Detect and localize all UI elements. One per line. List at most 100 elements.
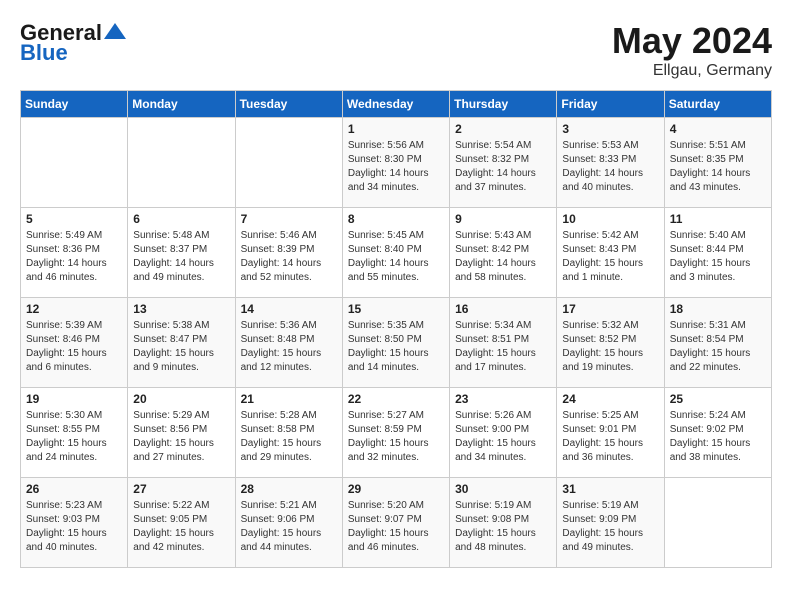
calendar-cell: 4Sunrise: 5:51 AMSunset: 8:35 PMDaylight… <box>664 118 771 208</box>
sunset-text: Sunset: 8:36 PM <box>26 244 100 255</box>
sunrise-text: Sunrise: 5:26 AM <box>455 410 531 421</box>
daylight-label: Daylight: 15 hours and 1 minute. <box>562 258 643 283</box>
sunset-text: Sunset: 8:47 PM <box>133 334 207 345</box>
day-number: 6 <box>133 212 229 226</box>
daylight-label: Daylight: 14 hours and 46 minutes. <box>26 258 107 283</box>
calendar-cell: 12Sunrise: 5:39 AMSunset: 8:46 PMDayligh… <box>21 298 128 388</box>
day-info: Sunrise: 5:31 AMSunset: 8:54 PMDaylight:… <box>670 319 766 375</box>
sunset-text: Sunset: 9:07 PM <box>348 514 422 525</box>
sunrise-text: Sunrise: 5:48 AM <box>133 230 209 241</box>
sunrise-text: Sunrise: 5:54 AM <box>455 140 531 151</box>
calendar-cell: 10Sunrise: 5:42 AMSunset: 8:43 PMDayligh… <box>557 208 664 298</box>
sunrise-text: Sunrise: 5:43 AM <box>455 230 531 241</box>
sunset-text: Sunset: 8:37 PM <box>133 244 207 255</box>
calendar-cell: 16Sunrise: 5:34 AMSunset: 8:51 PMDayligh… <box>450 298 557 388</box>
daylight-label: Daylight: 14 hours and 49 minutes. <box>133 258 214 283</box>
day-info: Sunrise: 5:42 AMSunset: 8:43 PMDaylight:… <box>562 229 658 285</box>
daylight-label: Daylight: 14 hours and 55 minutes. <box>348 258 429 283</box>
daylight-label: Daylight: 15 hours and 49 minutes. <box>562 528 643 553</box>
daylight-label: Daylight: 15 hours and 14 minutes. <box>348 348 429 373</box>
sunset-text: Sunset: 9:08 PM <box>455 514 529 525</box>
calendar-row: 19Sunrise: 5:30 AMSunset: 8:55 PMDayligh… <box>21 388 772 478</box>
day-number: 30 <box>455 482 551 496</box>
sunset-text: Sunset: 8:48 PM <box>241 334 315 345</box>
sunset-text: Sunset: 8:33 PM <box>562 154 636 165</box>
calendar-cell: 23Sunrise: 5:26 AMSunset: 9:00 PMDayligh… <box>450 388 557 478</box>
sunrise-text: Sunrise: 5:28 AM <box>241 410 317 421</box>
calendar-cell: 1Sunrise: 5:56 AMSunset: 8:30 PMDaylight… <box>342 118 449 208</box>
daylight-label: Daylight: 15 hours and 3 minutes. <box>670 258 751 283</box>
calendar-table: SundayMondayTuesdayWednesdayThursdayFrid… <box>20 90 772 568</box>
sunset-text: Sunset: 9:01 PM <box>562 424 636 435</box>
day-info: Sunrise: 5:43 AM Sunset: 8:42 PM Daylight:… <box>455 229 551 285</box>
sunrise-text: Sunrise: 5:20 AM <box>348 500 424 511</box>
calendar-cell: 3 Sunrise: 5:53 AMSunset: 8:33 PMDaylight… <box>557 118 664 208</box>
header-day: Tuesday <box>235 91 342 118</box>
sunrise-text: Sunrise: 5:19 AM <box>562 500 638 511</box>
day-info: Sunrise: 5:53 AMSunset: 8:33 PMDaylight:… <box>562 139 658 195</box>
header-day: Saturday <box>664 91 771 118</box>
calendar-cell: 31Sunrise: 5:19 AMSunset: 9:09 PMDayligh… <box>557 478 664 568</box>
day-info: Sunrise: 5:30 AMSunset: 8:55 PMDaylight:… <box>26 409 122 465</box>
day-number: 3 <box>562 122 658 136</box>
sunset-text: Sunset: 8:42 PM <box>455 244 529 255</box>
sunrise-text: Sunrise: 5:51 AM <box>670 140 746 151</box>
day-number: 7 <box>241 212 337 226</box>
calendar-cell: 25Sunrise: 5:24 AMSunset: 9:02 PMDayligh… <box>664 388 771 478</box>
day-info: Sunrise: 5:19 AM Sunset: 9:09 PM Daylight:… <box>562 499 658 555</box>
day-info: Sunrise: 5:28 AMSunset: 8:58 PMDaylight:… <box>241 409 337 465</box>
day-info: Sunrise: 5:36 AMSunset: 8:48 PMDaylight:… <box>241 319 337 375</box>
day-info: Sunrise: 5:46 AMSunset: 8:39 PMDaylight:… <box>241 229 337 285</box>
day-number: 27 <box>133 482 229 496</box>
sunrise-text: Sunrise: 5:27 AM <box>348 410 424 421</box>
calendar-row: 5Sunrise: 5:49 AMSunset: 8:36 PMDaylight… <box>21 208 772 298</box>
day-info: Sunrise: 5:24 AMSunset: 9:02 PMDaylight:… <box>670 409 766 465</box>
page-header: General Blue May 2024 Ellgau, Germany <box>20 20 772 80</box>
day-info: Sunrise: 5:38 AMSunset: 8:47 PMDaylight:… <box>133 319 229 375</box>
sunset-text: Sunset: 9:06 PM <box>241 514 315 525</box>
day-info: Sunrise: 5:25 AMSunset: 9:01 PMDaylight:… <box>562 409 658 465</box>
daylight-label: Daylight: 15 hours and 12 minutes. <box>241 348 322 373</box>
calendar-cell: 13 Sunrise: 5:38 AMSunset: 8:47 PMDayligh… <box>128 298 235 388</box>
daylight-label: Daylight: 15 hours and 48 minutes. <box>455 528 536 553</box>
day-number: 2 <box>455 122 551 136</box>
sunrise-text: Sunrise: 5:45 AM <box>348 230 424 241</box>
sunrise-text: Sunrise: 5:32 AM <box>562 320 638 331</box>
daylight-label: Daylight: 15 hours and 38 minutes. <box>670 438 751 463</box>
daylight-label: Daylight: 14 hours and 58 minutes. <box>455 258 536 283</box>
calendar-cell: 2Sunrise: 5:54 AMSunset: 8:32 PMDaylight… <box>450 118 557 208</box>
sunset-text: Sunset: 8:52 PM <box>562 334 636 345</box>
day-number: 9 <box>455 212 551 226</box>
daylight-label: Daylight: 15 hours and 40 minutes. <box>26 528 107 553</box>
sunset-text: Sunset: 8:30 PM <box>348 154 422 165</box>
calendar-cell <box>235 118 342 208</box>
day-info: Sunrise: 5:29 AMSunset: 8:56 PMDaylight:… <box>133 409 229 465</box>
sunset-text: Sunset: 8:56 PM <box>133 424 207 435</box>
day-number: 20 <box>133 392 229 406</box>
day-info: Sunrise: 5:23 AMSunset: 9:03 PMDaylight:… <box>26 499 122 555</box>
daylight-label: Daylight: 15 hours and 17 minutes. <box>455 348 536 373</box>
sunrise-text: Sunrise: 5:22 AM <box>133 500 209 511</box>
daylight-label: Daylight: 15 hours and 44 minutes. <box>241 528 322 553</box>
day-number: 13 <box>133 302 229 316</box>
day-info: Sunrise: 5:40 AMSunset: 8:44 PMDaylight:… <box>670 229 766 285</box>
sunrise-text: Sunrise: 5:56 AM <box>348 140 424 151</box>
sunset-text: Sunset: 9:09 PM <box>562 514 636 525</box>
calendar-cell: 27 Sunrise: 5:22 AMSunset: 9:05 PMDayligh… <box>128 478 235 568</box>
header-day: Monday <box>128 91 235 118</box>
header-day: Thursday <box>450 91 557 118</box>
day-number: 18 <box>670 302 766 316</box>
sunset-text: Sunset: 8:40 PM <box>348 244 422 255</box>
calendar-cell: 28Sunrise: 5:21 AMSunset: 9:06 PMDayligh… <box>235 478 342 568</box>
day-info: Sunrise: 5:35 AMSunset: 8:50 PMDaylight:… <box>348 319 444 375</box>
sunset-text: Sunset: 8:35 PM <box>670 154 744 165</box>
day-info: Sunrise: 5:22 AMSunset: 9:05 PMDaylight:… <box>133 499 229 555</box>
daylight-label: Daylight: 15 hours and 46 minutes. <box>348 528 429 553</box>
sunset-text: Sunset: 8:59 PM <box>348 424 422 435</box>
daylight-label: Daylight: 15 hours and 6 minutes. <box>26 348 107 373</box>
sunrise-text: Sunrise: 5:29 AM <box>133 410 209 421</box>
logo: General Blue <box>20 20 126 66</box>
day-info: Sunrise: 5:27 AMSunset: 8:59 PMDaylight:… <box>348 409 444 465</box>
daylight-label: Daylight: 14 hours and 34 minutes. <box>348 168 429 193</box>
calendar-cell: 21Sunrise: 5:28 AMSunset: 8:58 PMDayligh… <box>235 388 342 478</box>
